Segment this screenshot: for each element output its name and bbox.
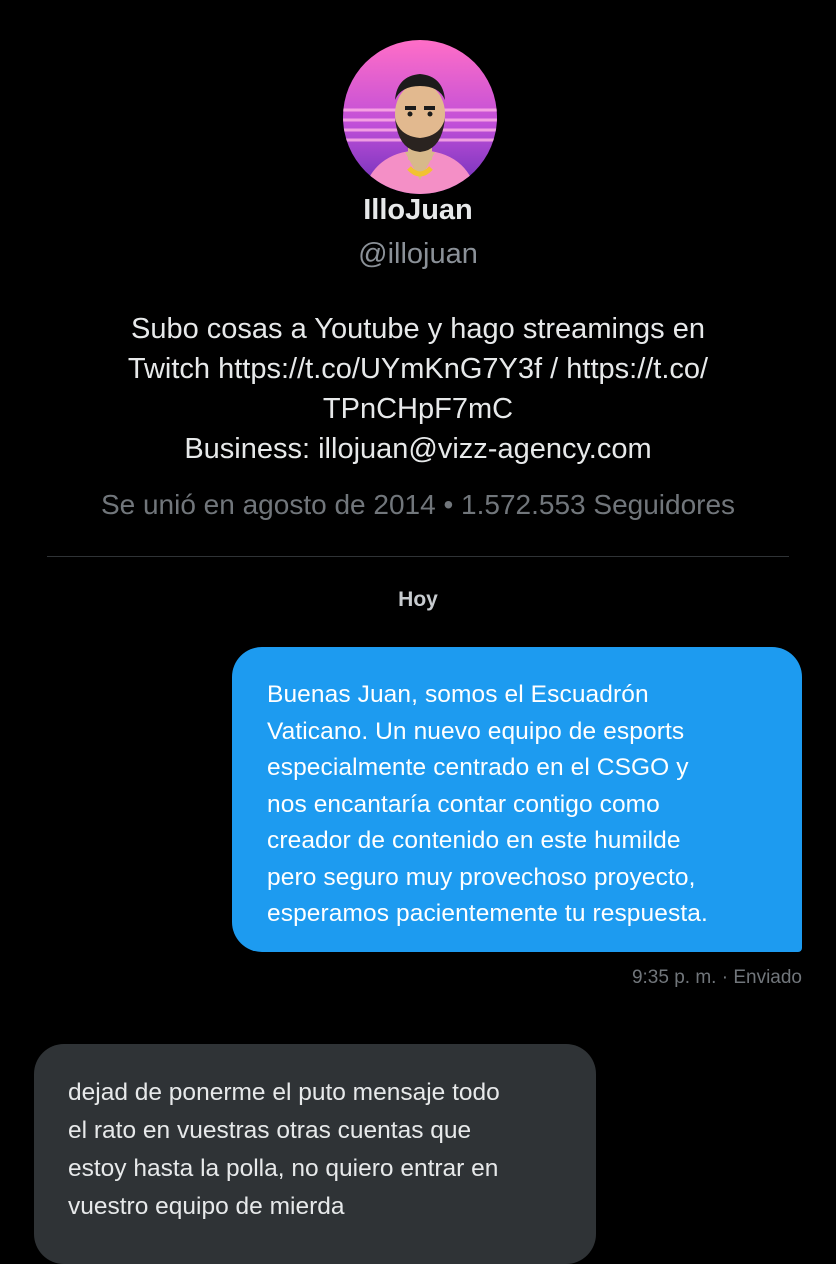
message-sent-status: Enviado [733,967,802,988]
joined-date: Se unió en agosto de 2014 [100,489,436,520]
message-line: Buenas Juan, somos el Escuadrón [267,681,649,708]
profile-handle: @illojuan [358,238,478,270]
day-label: Hoy [398,588,438,611]
profile-bio: Subo cosas a Youtube y hago streamings e… [40,309,796,469]
followers-count[interactable]: 1.572.553 Seguidores [461,489,735,520]
message-line: estoy hasta la polla, no quiero entrar e… [68,1155,499,1182]
received-message-bubble[interactable]: dejad de ponerme el puto mensaje todo el… [34,1044,596,1264]
display-name: IlloJuan [363,194,473,226]
message-status: 9:35 p. m. · Enviado [0,967,802,989]
message-line: creador de contenido en este humilde [267,827,681,854]
message-line: dejad de ponerme el puto mensaje todo [68,1079,500,1106]
message-line: especialmente centrado en el CSGO y [267,754,689,781]
message-line: Vaticano. Un nuevo equipo de esports [267,717,685,745]
bio-line[interactable]: TPnCHpF7mC [40,389,796,429]
message-line: el rato en vuestras otras cuentas que [68,1117,472,1144]
message-line: esperamos pacientemente tu respuesta. [267,900,708,927]
sent-message-bubble[interactable]: Buenas Juan, somos el Escuadrón Vaticano… [232,647,802,952]
profile-meta: Se unió en agosto de 2014 • 1.572.553 Se… [0,489,836,521]
bio-line: Subo cosas a Youtube y hago streamings e… [131,313,705,345]
message-line: pero seguro muy provechoso proyecto, [267,863,696,891]
bio-line: Business: illojuan@vizz-agency.com [184,433,652,465]
message-time: 9:35 p. m. [631,967,717,988]
divider [47,556,789,557]
avatar-illustration [343,40,497,194]
message-line: nos encantaría contar contigo como [267,790,660,818]
message-line: vuestro equipo de mierda [68,1193,345,1220]
status-separator: · [721,967,729,988]
meta-separator: • [443,489,454,520]
profile-avatar[interactable] [343,40,497,194]
bio-line[interactable]: Twitch https://t.co/UYmKnG7Y3f / https:/… [40,349,796,389]
